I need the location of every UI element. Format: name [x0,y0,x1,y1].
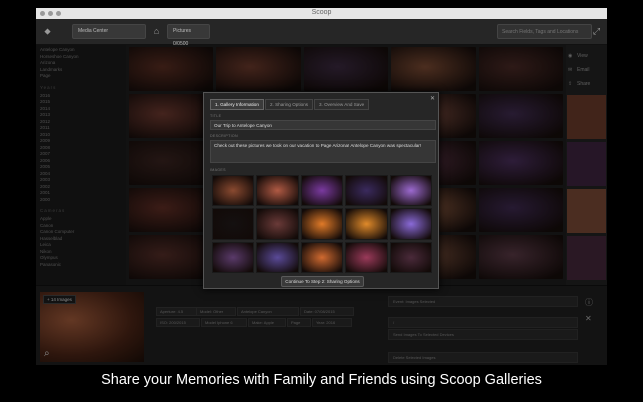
gallery-image[interactable] [300,241,344,273]
window-title: Scoop [311,9,332,16]
gallery-image[interactable] [389,175,432,207]
gallery-image[interactable] [389,208,432,240]
images-label: IMAGES [210,168,226,172]
gallery-image[interactable] [345,175,388,207]
description-label: DESCRIPTION [210,134,238,138]
gallery-image[interactable] [256,175,299,207]
gallery-image[interactable] [345,208,388,240]
gallery-image[interactable] [256,208,299,240]
gallery-image[interactable] [389,241,432,273]
continue-button[interactable]: Continue To Step 2: Sharing Options [281,276,364,287]
title-label: TITLE [210,114,222,118]
close-icon[interactable]: ✕ [430,95,435,102]
tab-sharing-options[interactable]: 2. Sharing Options [265,99,314,110]
marketing-caption: Share your Memories with Family and Frie… [101,372,542,388]
tab-gallery-information[interactable]: 1. Gallery Information [210,99,264,110]
title-bar: Scoop [36,8,607,19]
home-icon[interactable]: ⌂ [149,24,164,39]
gallery-image[interactable] [300,208,344,240]
gallery-image[interactable] [212,175,255,207]
gallery-image[interactable] [212,208,255,240]
gallery-image[interactable] [212,241,255,273]
description-input[interactable]: Check out these pictures we took on our … [210,140,436,163]
gallery-images [212,175,432,273]
gallery-image[interactable] [300,175,344,207]
pictures-button[interactable]: Pictures 0/0500 [167,24,210,47]
tab-overview-and-save[interactable]: 3. Overview And Save [314,99,370,110]
toolbar: ⬥ Media Center ⌂ Pictures 0/0500 ⤢ [36,19,607,47]
library-button[interactable]: Media Center [72,24,146,39]
search-input[interactable] [497,24,592,39]
expand-icon[interactable]: ⤢ [589,24,604,39]
gallery-dialog: 1. Gallery Information 2. Sharing Option… [203,92,439,289]
gallery-image[interactable] [256,241,299,273]
tag-icon[interactable]: ⬥ [40,24,55,39]
gallery-image[interactable] [345,241,388,273]
title-input[interactable]: Our Trip to Antelope Canyon [210,120,436,130]
